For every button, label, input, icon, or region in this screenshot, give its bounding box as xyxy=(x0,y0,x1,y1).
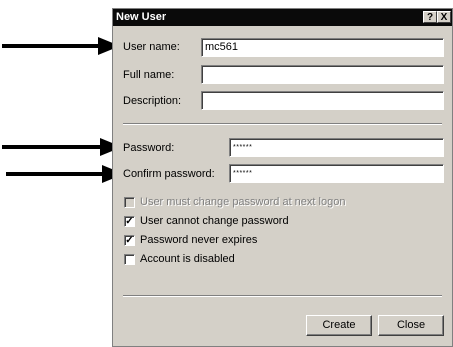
password-label: Password: xyxy=(123,142,175,154)
close-window-button[interactable]: X xyxy=(437,11,451,23)
pointer-arrow-user-name xyxy=(2,37,120,55)
checkbox-cannot-change-password[interactable]: ✓ xyxy=(124,216,135,227)
full-name-label: Full name: xyxy=(123,69,175,81)
password-input[interactable]: ****** xyxy=(229,138,444,157)
checkbox-password-never-expires[interactable]: ✓ xyxy=(124,235,135,246)
create-button[interactable]: Create xyxy=(306,315,372,336)
user-name-input[interactable]: mc561 xyxy=(201,38,444,57)
window-title: New User xyxy=(116,11,167,23)
separator-top xyxy=(123,123,442,125)
option-label: Account is disabled xyxy=(140,253,235,265)
option-label: User cannot change password xyxy=(140,215,289,227)
description-input[interactable] xyxy=(201,91,444,110)
checkbox-account-disabled[interactable] xyxy=(124,254,135,265)
pointer-arrow-password xyxy=(2,138,122,156)
confirm-password-label: Confirm password: xyxy=(123,168,215,180)
checkbox-must-change-password[interactable] xyxy=(124,197,135,208)
user-name-label: User name: xyxy=(123,41,180,53)
title-bar[interactable]: New User ? X xyxy=(113,9,452,26)
option-label: User must change password at next logon xyxy=(140,196,346,208)
description-label: Description: xyxy=(123,95,182,107)
close-button[interactable]: Close xyxy=(378,315,444,336)
help-button[interactable]: ? xyxy=(423,11,437,23)
option-label: Password never expires xyxy=(140,234,258,246)
pointer-arrow-confirm-password xyxy=(6,165,124,183)
new-user-dialog: New User ? X User name: mc561 Full name:… xyxy=(112,8,453,347)
separator-bottom xyxy=(123,295,442,297)
confirm-password-input[interactable]: ****** xyxy=(229,164,444,183)
full-name-input[interactable] xyxy=(201,65,444,84)
